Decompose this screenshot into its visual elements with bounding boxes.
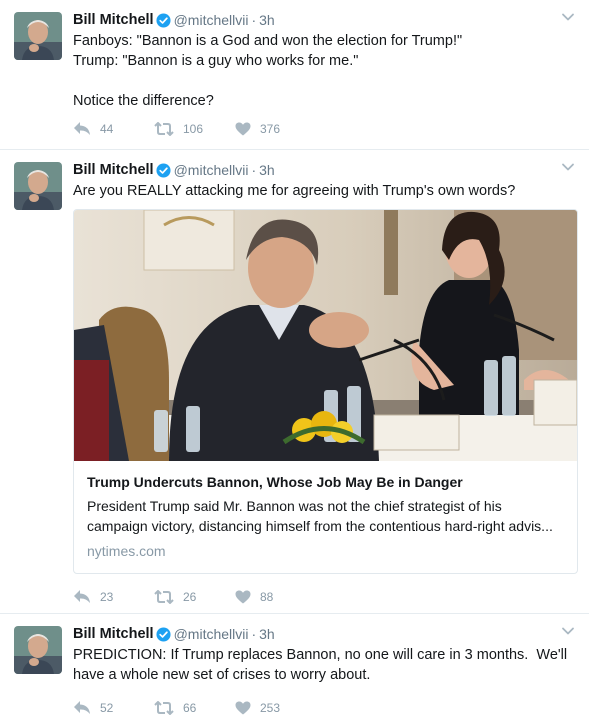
like-count: 376	[260, 121, 281, 136]
tweet-text: Fanboys: "Bannon is a God and won the el…	[73, 31, 575, 111]
chevron-down-icon[interactable]	[561, 160, 575, 174]
tweet-text-line: Fanboys: "Bannon is a God and won the el…	[73, 33, 463, 49]
heart-icon	[235, 701, 251, 714]
retweet-button[interactable]: 66	[154, 700, 235, 715]
heart-icon	[235, 590, 251, 603]
reply-button[interactable]: 52	[73, 700, 154, 715]
author-handle[interactable]: @mitchellvii	[174, 10, 249, 30]
like-button[interactable]: 376	[235, 122, 316, 136]
tweet-text-line: Are you REALLY attacking me for agreeing…	[73, 183, 516, 199]
tweet-header: Bill Mitchell @mitchellvii · 3h	[73, 10, 575, 30]
timestamp[interactable]: 3h	[259, 624, 275, 644]
card-title[interactable]: Trump Undercuts Bannon, Whose Job May Be…	[87, 472, 564, 492]
tweet-actions: 52 66 253	[73, 700, 316, 715]
retweet-count: 106	[183, 121, 204, 136]
reply-count: 44	[100, 121, 114, 136]
author-name[interactable]: Bill Mitchell	[73, 624, 154, 644]
author-name[interactable]: Bill Mitchell	[73, 160, 154, 180]
reply-button[interactable]: 44	[73, 121, 154, 136]
card-photo	[74, 210, 577, 461]
retweet-count: 26	[183, 589, 197, 604]
card-body: Trump Undercuts Bannon, Whose Job May Be…	[74, 461, 577, 573]
tweet-timeline: Bill Mitchell @mitchellvii · 3h Fanboys:…	[0, 0, 589, 725]
tweet-text-line: Trump: "Bannon is a guy who works for me…	[73, 53, 359, 69]
card-description-line: President Trump said Mr. Bannon was not …	[87, 498, 502, 514]
tweet-text: Are you REALLY attacking me for agreeing…	[73, 181, 575, 201]
tweet-text-line	[73, 71, 575, 91]
author-handle[interactable]: @mitchellvii	[174, 624, 249, 644]
tweet[interactable]: Bill Mitchell @mitchellvii · 3h Fanboys:…	[0, 0, 589, 150]
like-button[interactable]: 88	[235, 590, 316, 604]
retweet-button[interactable]: 26	[154, 589, 235, 604]
reply-count: 23	[100, 589, 114, 604]
retweet-arrows-icon	[154, 121, 174, 136]
retweet-count: 66	[183, 700, 197, 715]
tweet-actions: 23 26 88	[73, 589, 316, 604]
retweet-arrows-icon	[154, 700, 174, 715]
chevron-down-icon[interactable]	[561, 10, 575, 24]
like-button[interactable]: 253	[235, 701, 316, 715]
avatar[interactable]	[14, 12, 62, 60]
separator-dot: ·	[251, 12, 257, 28]
reply-arrow-icon	[74, 590, 90, 603]
heart-icon	[235, 122, 251, 135]
avatar[interactable]	[14, 626, 62, 674]
retweet-button[interactable]: 106	[154, 121, 235, 136]
retweet-arrows-icon	[154, 589, 174, 604]
chevron-down-icon[interactable]	[561, 624, 575, 638]
separator-dot: ·	[251, 626, 257, 642]
avatar[interactable]	[14, 162, 62, 210]
tweet-actions: 44 106 376	[73, 121, 316, 136]
verified-badge-icon	[156, 626, 171, 642]
timestamp[interactable]: 3h	[259, 160, 275, 180]
card-description-line: campaign victory, distancing himself fro…	[87, 518, 553, 534]
tweet-header: Bill Mitchell @mitchellvii · 3h	[73, 624, 575, 644]
reply-arrow-icon	[74, 122, 90, 135]
tweet-text-line: Notice the difference?	[73, 93, 214, 109]
like-count: 88	[260, 589, 274, 604]
reply-button[interactable]: 23	[73, 589, 154, 604]
link-preview-card[interactable]: Trump Undercuts Bannon, Whose Job May Be…	[73, 209, 578, 574]
tweet-text: PREDICTION: If Trump replaces Bannon, no…	[73, 645, 575, 685]
card-domain: nytimes.com	[87, 543, 166, 559]
tweet-text-line: PREDICTION: If Trump replaces Bannon, no…	[73, 647, 568, 663]
card-description: President Trump said Mr. Bannon was not …	[87, 496, 564, 536]
tweet-header: Bill Mitchell @mitchellvii · 3h	[73, 160, 575, 180]
author-handle[interactable]: @mitchellvii	[174, 160, 249, 180]
verified-badge-icon	[156, 12, 171, 28]
reply-arrow-icon	[74, 701, 90, 714]
separator-dot: ·	[251, 162, 257, 178]
timestamp[interactable]: 3h	[259, 10, 275, 30]
tweet[interactable]: Bill Mitchell @mitchellvii · 3h Are you …	[0, 150, 589, 614]
reply-count: 52	[100, 700, 114, 715]
tweet-text-line: have a whole new set of crises to worry …	[73, 667, 371, 683]
verified-badge-icon	[156, 162, 171, 178]
like-count: 253	[260, 700, 281, 715]
tweet[interactable]: Bill Mitchell @mitchellvii · 3h PREDICTI…	[0, 614, 589, 725]
author-name[interactable]: Bill Mitchell	[73, 10, 154, 30]
